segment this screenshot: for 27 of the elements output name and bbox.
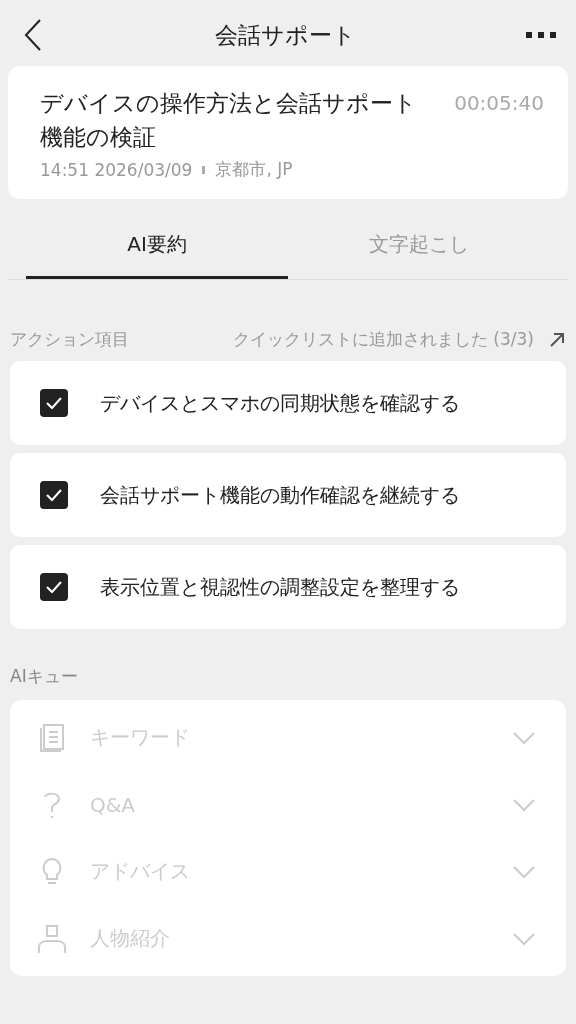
checkbox[interactable]	[40, 389, 68, 417]
screen-title: 会話サポート	[214, 20, 356, 50]
recording-location: 京都市, JP	[215, 158, 293, 181]
arrow-icon[interactable]	[548, 330, 566, 349]
check-icon	[45, 580, 63, 594]
chevron-icon	[512, 730, 536, 745]
checkbox[interactable]	[40, 573, 68, 601]
action-item-text: 表示位置と視認性の調整設定を整理する	[100, 573, 460, 601]
section-label: AIキュー	[10, 665, 79, 688]
duration: 00:05:40	[454, 90, 544, 117]
section-label: アクション項目	[10, 328, 129, 351]
tab[interactable]: 文字起こし	[288, 219, 550, 279]
action-item-text: 会話サポート機能の動作確認を継続する	[100, 481, 460, 509]
chevron-icon	[512, 931, 536, 946]
recording-title: デバイスの操作方法と会話サポート機能の検証	[40, 89, 418, 152]
more-icon[interactable]	[526, 31, 556, 39]
checkbox[interactable]	[40, 481, 68, 509]
back-icon[interactable]	[22, 18, 44, 52]
person-icon	[36, 922, 68, 955]
check-icon	[45, 396, 63, 410]
action-item-text: デバイスとスマホの同期状態を確認する	[100, 389, 460, 417]
tab[interactable]: AI要約	[26, 219, 288, 279]
recording-datetime: 14:51 2026/03/09	[40, 159, 193, 180]
check-icon	[45, 488, 63, 502]
chevron-icon	[512, 864, 536, 879]
chevron-icon	[512, 797, 536, 812]
quicklist-status: クイックリストに追加されました (3/3)	[232, 328, 534, 351]
